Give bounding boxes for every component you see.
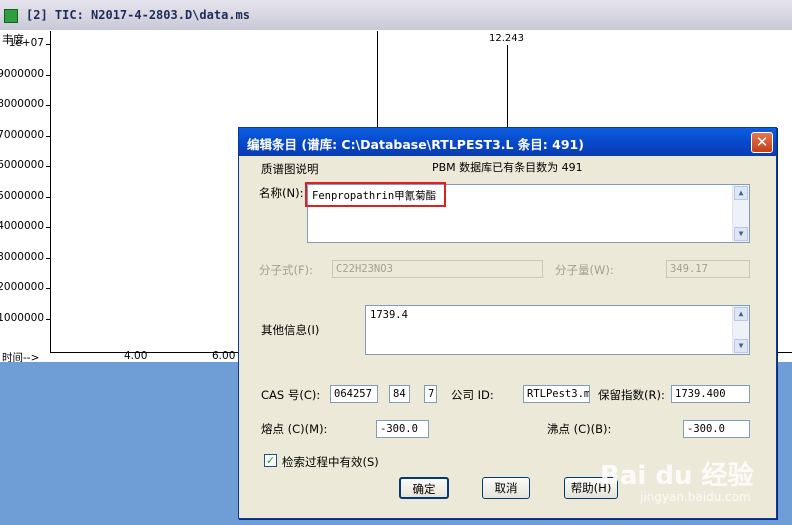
dialog-titlebar[interactable]: 编辑条目 (谱库: C:\Database\RTLPEST3.L 条目: 491…	[239, 128, 776, 156]
scroll-up-icon[interactable]: ▲	[734, 307, 748, 321]
baidu-watermark-url: jingyan.baidu.com	[640, 490, 751, 504]
tic-window-titlebar[interactable]: [2] TIC: N2017-4-2803.D\data.ms	[0, 0, 792, 30]
y-tick-label: 1000000	[0, 311, 44, 324]
baidu-watermark: Bai du 经验	[600, 461, 754, 491]
scroll-up-icon[interactable]: ▲	[734, 186, 748, 200]
cas-part3-field[interactable]: 7	[424, 385, 437, 403]
company-id-field[interactable]: RTLPest3.m	[523, 385, 590, 403]
cas-label: CAS 号(C):	[261, 388, 321, 402]
melting-point-label: 熔点 (C)(M):	[261, 422, 328, 436]
formula-label: 分子式(F):	[259, 263, 313, 277]
name-label: 名称(N):	[259, 186, 304, 200]
y-tick-label: 8000000	[0, 98, 44, 110]
peak-label: 12.243	[489, 33, 524, 44]
melting-point-field[interactable]: -300.0	[376, 420, 429, 438]
name-scrollbar[interactable]: ▲ ▼	[732, 185, 749, 242]
y-tick-label: 2000000	[0, 281, 44, 293]
y-tick-label: 9000000	[0, 67, 44, 80]
formula-field: C22H23NO3	[332, 260, 543, 278]
y-tick-mark	[46, 196, 50, 198]
y-tick-label: 3000000	[0, 250, 44, 263]
y-tick-mark	[46, 44, 50, 45]
y-tick-mark	[46, 227, 50, 228]
y-tick-label: 1e+07	[8, 37, 44, 49]
highlight-box	[305, 182, 446, 207]
x-tick-label-4: 4.00	[124, 350, 148, 362]
spectrum-description-label: 质谱图说明	[261, 162, 319, 176]
search-valid-checkbox[interactable]: ✓	[264, 454, 277, 467]
y-tick-mark	[46, 74, 50, 76]
ok-button[interactable]: 确定	[399, 477, 449, 499]
y-tick-label: 6000000	[0, 159, 44, 171]
y-tick-mark	[46, 257, 50, 259]
cas-part2-field[interactable]: 84	[389, 385, 410, 403]
y-tick-mark	[46, 288, 50, 289]
database-entry-count: PBM 数据库已有条目数为 491	[432, 161, 583, 174]
y-tick-label: 4000000	[0, 220, 44, 232]
cancel-button[interactable]: 取消	[482, 477, 530, 499]
y-tick-mark	[46, 166, 50, 167]
boiling-point-field[interactable]: -300.0	[683, 420, 750, 438]
cas-part1-field[interactable]: 064257	[330, 385, 378, 403]
scroll-down-icon[interactable]: ▼	[734, 339, 748, 353]
molecular-weight-label: 分子量(W):	[555, 263, 614, 277]
y-tick-mark	[46, 318, 50, 320]
y-tick-mark	[46, 135, 50, 137]
y-tick-label: 5000000	[0, 189, 44, 202]
boiling-point-label: 沸点 (C)(B):	[547, 422, 612, 436]
other-info-label: 其他信息(I)	[261, 323, 320, 337]
company-id-label: 公司 ID:	[451, 388, 494, 402]
close-button[interactable]: ✕	[751, 132, 773, 153]
retention-index-label: 保留指数(R):	[598, 388, 665, 402]
scroll-down-icon[interactable]: ▼	[734, 227, 748, 241]
y-tick-mark	[46, 105, 50, 106]
x-tick-label-6: 6.00	[212, 350, 236, 362]
other-info-value: 1739.4	[370, 309, 408, 321]
retention-index-field[interactable]: 1739.400	[671, 385, 750, 403]
search-valid-label[interactable]: 检索过程中有效(S)	[282, 454, 379, 470]
dialog-title: 编辑条目 (谱库: C:\Database\RTLPEST3.L 条目: 491…	[247, 137, 584, 152]
other-info-field[interactable]: 1739.4 ▲ ▼	[365, 305, 750, 355]
tic-window-title: [2] TIC: N2017-4-2803.D\data.ms	[26, 8, 250, 22]
chromatogram-icon	[4, 9, 18, 23]
y-tick-label: 7000000	[0, 128, 44, 141]
molecular-weight-field: 349.17	[666, 260, 750, 278]
other-info-scrollbar[interactable]: ▲ ▼	[732, 306, 749, 354]
